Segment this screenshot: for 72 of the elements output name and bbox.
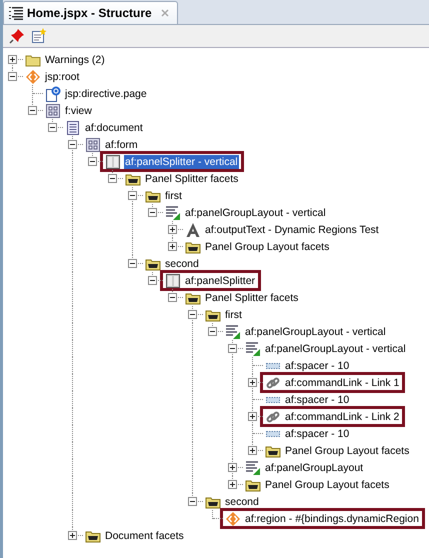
node-label[interactable]: Panel Splitter facets (144, 172, 240, 186)
node-label[interactable]: jsp:directive.page (64, 86, 148, 100)
link-icon (265, 408, 281, 424)
layout-icon (245, 460, 261, 476)
node-label[interactable]: Panel Group Layout facets (264, 478, 390, 492)
edit-icon[interactable] (31, 28, 47, 44)
node-label[interactable]: af:panelSplitter - vertical (124, 154, 239, 168)
expand-icon[interactable] (168, 225, 177, 234)
expand-icon[interactable] (228, 480, 237, 489)
node-label[interactable]: Panel Group Layout facets (284, 444, 410, 458)
node-label[interactable]: af:form (104, 138, 139, 152)
node-label[interactable]: af:commandLink - Link 1 (284, 376, 400, 390)
collapse-icon[interactable] (108, 174, 117, 183)
text-icon (185, 222, 201, 238)
node-label[interactable]: af:spacer - 10 (284, 426, 350, 440)
expand-icon[interactable] (248, 446, 257, 455)
node-label[interactable]: Panel Splitter facets (204, 290, 300, 304)
node-label[interactable]: af:document (84, 120, 144, 134)
collapse-icon[interactable] (128, 259, 137, 268)
expand-icon[interactable] (248, 378, 257, 387)
node-label[interactable]: first (224, 308, 243, 322)
directive-icon (45, 86, 61, 102)
node-label[interactable]: af:panelSplitter (184, 274, 256, 288)
node-label[interactable]: jsp:root (44, 70, 80, 84)
expand-icon[interactable] (68, 531, 77, 540)
node-label[interactable]: af:outputText - Dynamic Regions Test (204, 222, 380, 236)
layout-icon (245, 340, 261, 356)
tag-icon (25, 68, 41, 84)
node-label[interactable]: first (164, 188, 183, 202)
grid-icon (45, 102, 61, 118)
node-label[interactable]: second (224, 494, 260, 508)
node-label[interactable]: af:panelGroupLayout (264, 460, 364, 474)
link-icon (265, 374, 281, 390)
expand-icon[interactable] (248, 412, 257, 421)
collapse-icon[interactable] (128, 191, 137, 200)
panel-tab[interactable]: Home.jspx - Structure (3, 1, 178, 24)
node-label[interactable]: af:panelGroupLayout - vertical (244, 324, 387, 338)
node-label[interactable]: Panel Group Layout facets (204, 240, 330, 254)
pin-icon[interactable] (9, 28, 25, 44)
doc-icon (65, 120, 81, 136)
node-label[interactable]: f:view (64, 104, 93, 118)
node-label[interactable]: af:region - #{bindings.dynamicRegion (244, 512, 420, 526)
collapse-icon[interactable] (148, 208, 157, 217)
collapse-icon[interactable] (28, 106, 37, 115)
collapse-icon[interactable] (168, 293, 177, 302)
node-label[interactable]: Warnings (2) (44, 52, 106, 66)
expand-icon[interactable] (228, 463, 237, 472)
splitter-icon (165, 272, 181, 288)
node-label[interactable]: af:spacer - 10 (284, 358, 350, 372)
node-label[interactable]: af:spacer - 10 (284, 392, 350, 406)
collapse-icon[interactable] (8, 72, 17, 81)
node-label[interactable]: second (164, 256, 200, 270)
structure-icon (8, 5, 24, 21)
expand-icon[interactable] (168, 242, 177, 251)
tag-icon (225, 510, 241, 526)
collapse-icon[interactable] (88, 157, 97, 166)
collapse-icon[interactable] (48, 123, 57, 132)
collapse-icon[interactable] (68, 140, 77, 149)
expand-icon[interactable] (8, 55, 17, 64)
node-label[interactable]: af:panelGroupLayout - vertical (264, 342, 407, 356)
node-label[interactable]: Document facets (104, 528, 185, 542)
collapse-icon[interactable] (148, 276, 157, 285)
collapse-icon[interactable] (208, 327, 217, 336)
node-label[interactable]: af:panelGroupLayout - vertical (184, 206, 327, 220)
splitter-icon (105, 154, 121, 170)
layout-icon (165, 204, 181, 220)
collapse-icon[interactable] (228, 344, 237, 353)
collapse-icon[interactable] (188, 497, 197, 506)
collapse-icon[interactable] (188, 310, 197, 319)
grid-icon (85, 136, 101, 152)
layout-icon (225, 324, 241, 340)
node-label[interactable]: af:commandLink - Link 2 (284, 410, 400, 424)
